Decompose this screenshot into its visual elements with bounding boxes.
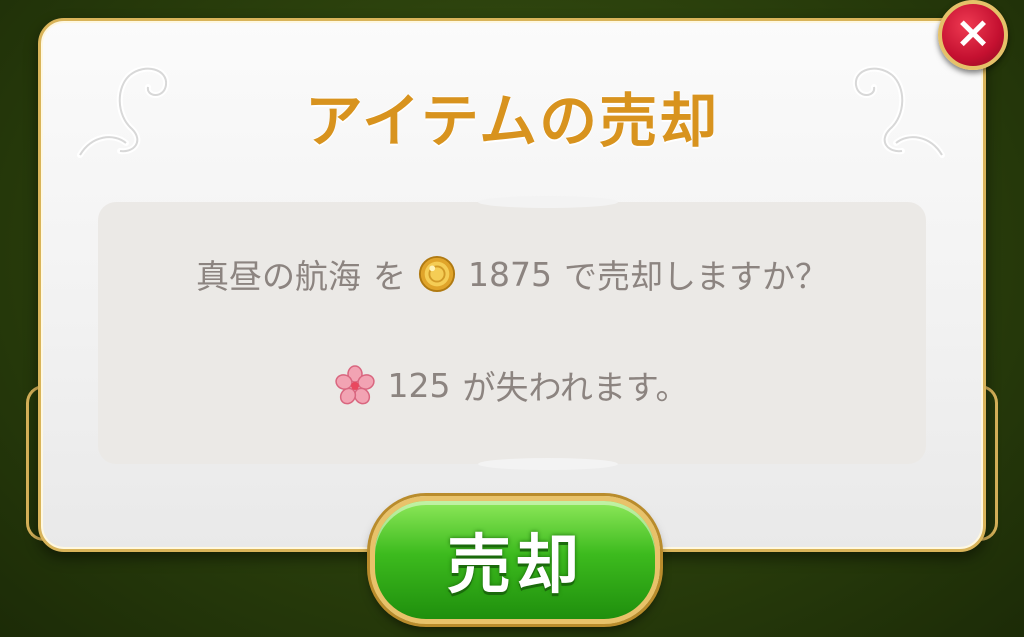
loss-text: が失われます。	[462, 368, 689, 407]
message-panel	[98, 196, 926, 470]
item-name: 真昼の航海	[196, 257, 361, 296]
coin-amount: 1875	[468, 254, 552, 294]
sell-button[interactable]: 売却	[370, 496, 660, 624]
coin-icon	[418, 255, 456, 293]
loss-line: 125 が失われます。	[0, 361, 1024, 409]
question-text: で売却しますか？	[563, 257, 828, 296]
close-button[interactable]: ×	[938, 0, 1008, 70]
sell-button-label: 売却	[447, 529, 583, 603]
flower-icon	[335, 365, 376, 405]
dialog-title: アイテムの売却	[304, 87, 720, 155]
flower-amount: 125	[387, 365, 451, 405]
close-icon: ×	[954, 7, 992, 58]
sell-confirm-line: 真昼の航海 を 1875 で売却しますか？	[0, 250, 1024, 298]
particle-text: を	[373, 257, 406, 296]
